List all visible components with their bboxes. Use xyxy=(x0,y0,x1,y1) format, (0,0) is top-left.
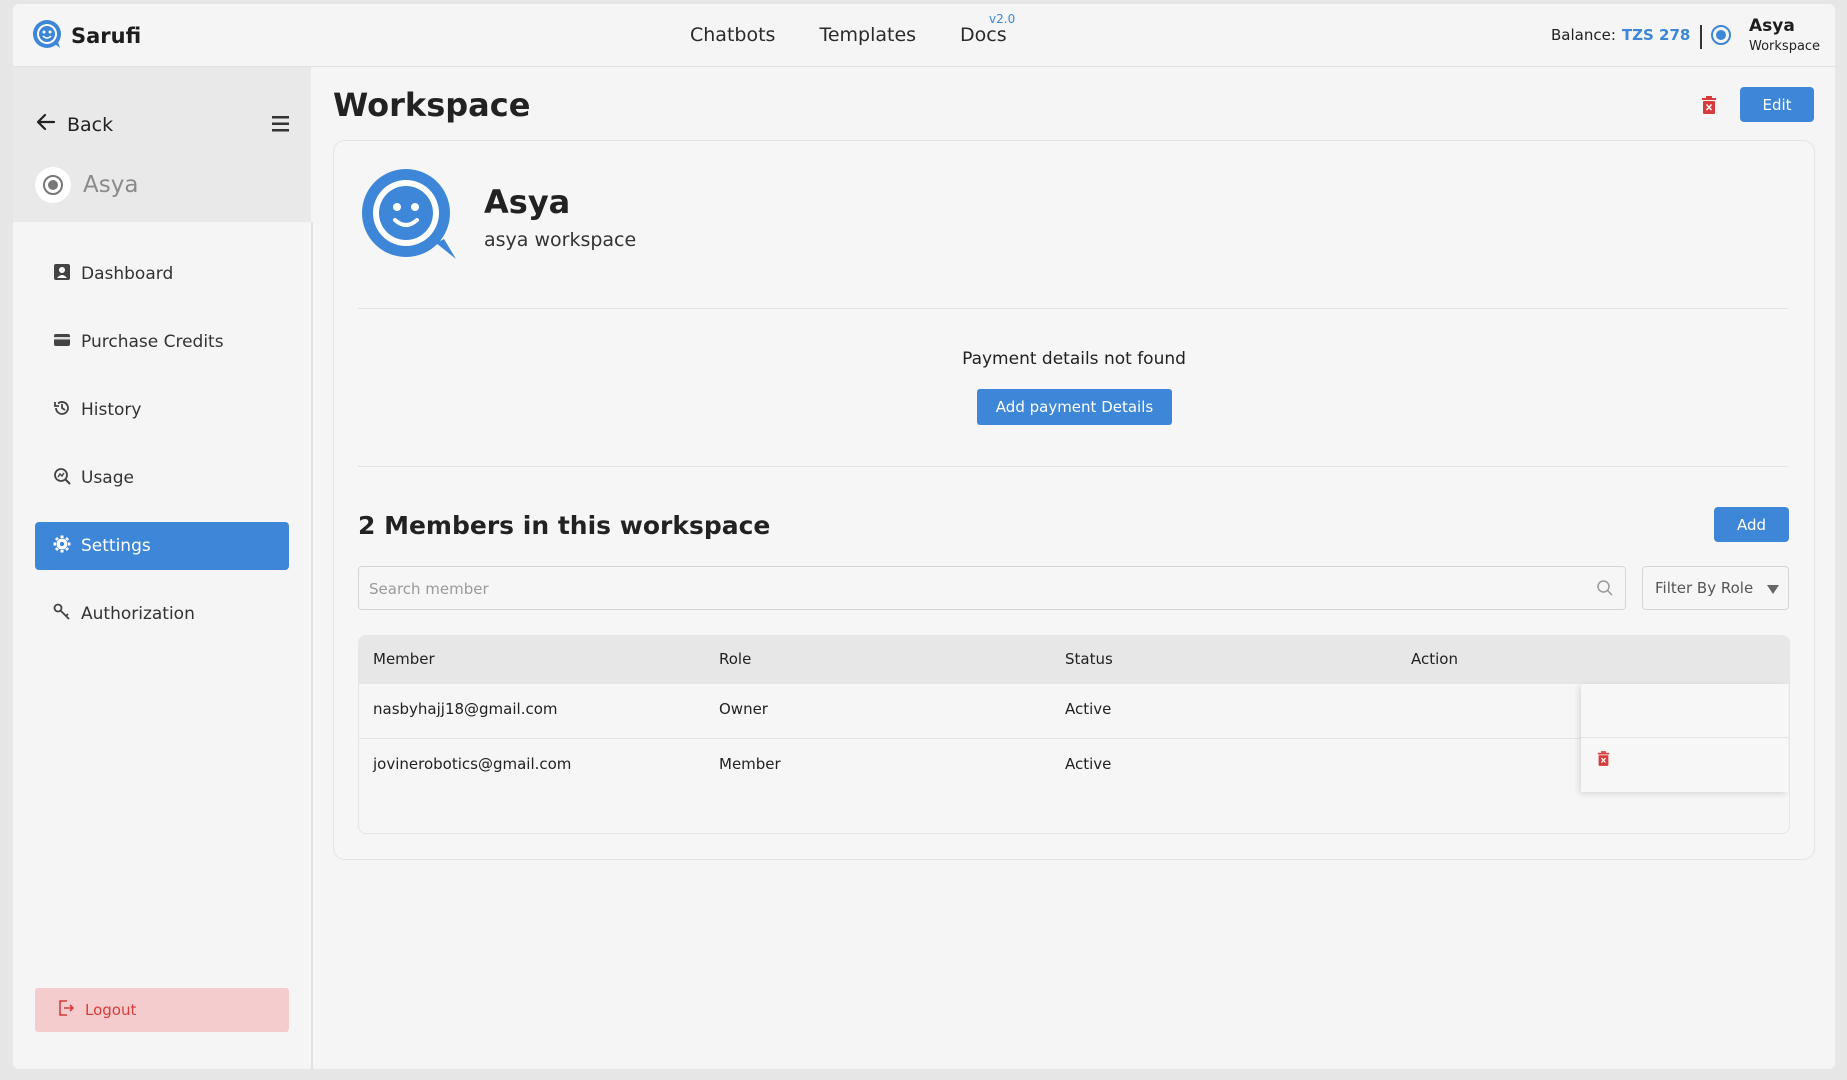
member-email: nasbyhajj18@gmail.com xyxy=(373,700,558,718)
action-column xyxy=(1581,684,1788,792)
gear-icon xyxy=(53,535,71,558)
workspace-avatar xyxy=(35,167,71,203)
sidebar-header: Back Asya xyxy=(13,67,311,222)
filter-by-role-select[interactable]: Filter By Role xyxy=(1642,566,1789,610)
dashboard-icon xyxy=(53,263,71,286)
sidebar-item-settings[interactable]: Settings xyxy=(35,522,289,570)
window-frame: Sarufi Chatbots Templates Docs v2.0 Bala… xyxy=(0,0,1847,1080)
search-icon[interactable] xyxy=(1596,579,1614,601)
filter-label: Filter By Role xyxy=(1655,579,1754,597)
arrow-left-icon xyxy=(35,111,57,138)
member-role: Owner xyxy=(719,700,768,718)
back-button[interactable]: Back xyxy=(35,111,113,138)
divider xyxy=(1581,737,1788,738)
sidebar-item-authorization[interactable]: Authorization xyxy=(35,590,289,638)
workspace-switcher-sub: Workspace xyxy=(1749,39,1821,54)
top-bar: Sarufi Chatbots Templates Docs v2.0 Bala… xyxy=(13,4,1835,67)
logout-icon xyxy=(57,999,75,1021)
nav-chatbots[interactable]: Chatbots xyxy=(690,24,775,46)
brand-name: Sarufi xyxy=(71,24,142,48)
balance: Balance: TZS 278 xyxy=(1551,26,1690,44)
logout-label: Logout xyxy=(85,1001,137,1019)
divider xyxy=(358,466,1788,467)
member-email: jovinerobotics@gmail.com xyxy=(373,755,572,773)
credit-card-icon xyxy=(53,331,71,354)
table-row: nasbyhajj18@gmail.com Owner Active xyxy=(359,684,1789,739)
sidebar-item-label: Settings xyxy=(81,536,151,556)
app-window: Sarufi Chatbots Templates Docs v2.0 Bala… xyxy=(13,4,1835,1069)
member-search xyxy=(358,566,1626,610)
docs-version-badge: v2.0 xyxy=(989,12,1016,26)
divider xyxy=(358,308,1788,309)
nav-templates[interactable]: Templates xyxy=(819,24,916,46)
top-nav: Chatbots Templates Docs v2.0 xyxy=(690,12,1015,46)
balance-label: Balance: xyxy=(1551,26,1616,44)
workspace-logo-icon xyxy=(43,175,63,195)
sidebar-item-usage[interactable]: Usage xyxy=(35,454,289,502)
logout-button[interactable]: Logout xyxy=(35,988,289,1032)
key-icon xyxy=(53,603,71,626)
member-role: Member xyxy=(719,755,781,773)
sidebar-workspace-name: Asya xyxy=(83,172,139,198)
sidebar-item-label: Dashboard xyxy=(81,264,174,284)
workspace-card: Asya asya workspace Payment details not … xyxy=(333,140,1815,860)
header-divider xyxy=(1700,25,1702,49)
sidebar-item-label: History xyxy=(81,400,142,420)
column-header-action: Action xyxy=(1411,650,1458,668)
sarufi-logo-icon xyxy=(31,18,63,54)
workspace-name: Asya xyxy=(484,183,571,221)
balance-value: TZS 278 xyxy=(1621,26,1691,44)
sidebar-item-label: Purchase Credits xyxy=(81,332,224,352)
members-title: 2 Members in this workspace xyxy=(358,511,771,540)
delete-workspace-icon[interactable] xyxy=(1701,96,1717,118)
caret-down-icon xyxy=(1766,582,1780,600)
member-status: Active xyxy=(1065,700,1112,718)
column-header-status: Status xyxy=(1065,650,1113,668)
delete-member-icon[interactable] xyxy=(1597,751,1610,770)
brand[interactable]: Sarufi xyxy=(31,18,141,54)
sidebar-item-purchase-credits[interactable]: Purchase Credits xyxy=(35,318,289,366)
nav-docs[interactable]: Docs v2.0 xyxy=(960,12,1015,46)
sidebar-item-history[interactable]: History xyxy=(35,386,289,434)
back-label: Back xyxy=(67,113,114,136)
search-input[interactable] xyxy=(367,577,1571,601)
sidebar-item-label: Usage xyxy=(81,468,134,488)
payment-message: Payment details not found xyxy=(962,349,1186,369)
workspace-avatar-icon[interactable] xyxy=(1710,24,1732,50)
workspace-switcher-name: Asya xyxy=(1749,16,1795,36)
page-title: Workspace xyxy=(333,86,531,124)
member-status: Active xyxy=(1065,755,1112,773)
usage-icon xyxy=(53,467,71,490)
edit-button[interactable]: Edit xyxy=(1740,87,1814,122)
workspace-switcher[interactable]: Asya Workspace xyxy=(1749,16,1820,54)
sidebar-item-label: Authorization xyxy=(81,604,195,624)
history-icon xyxy=(53,399,71,422)
members-table: Member Role Status Action nasbyhajj18@gm… xyxy=(358,635,1790,834)
sidebar-item-dashboard[interactable]: Dashboard xyxy=(35,250,289,298)
sidebar: Dashboard Purchase Credits History Usage… xyxy=(13,222,313,1069)
table-header: Member Role Status Action xyxy=(359,636,1789,684)
sidebar-workspace: Asya xyxy=(35,167,138,203)
add-payment-button[interactable]: Add payment Details xyxy=(977,389,1172,425)
workspace-description: asya workspace xyxy=(484,229,637,251)
column-header-member: Member xyxy=(373,650,435,668)
workspace-bot-icon xyxy=(358,167,458,267)
add-member-button[interactable]: Add xyxy=(1714,507,1789,542)
menu-icon[interactable] xyxy=(272,115,290,137)
table-row: jovinerobotics@gmail.com Member Active xyxy=(359,739,1789,793)
nav-docs-label: Docs xyxy=(960,24,1007,46)
column-header-role: Role xyxy=(719,650,752,668)
